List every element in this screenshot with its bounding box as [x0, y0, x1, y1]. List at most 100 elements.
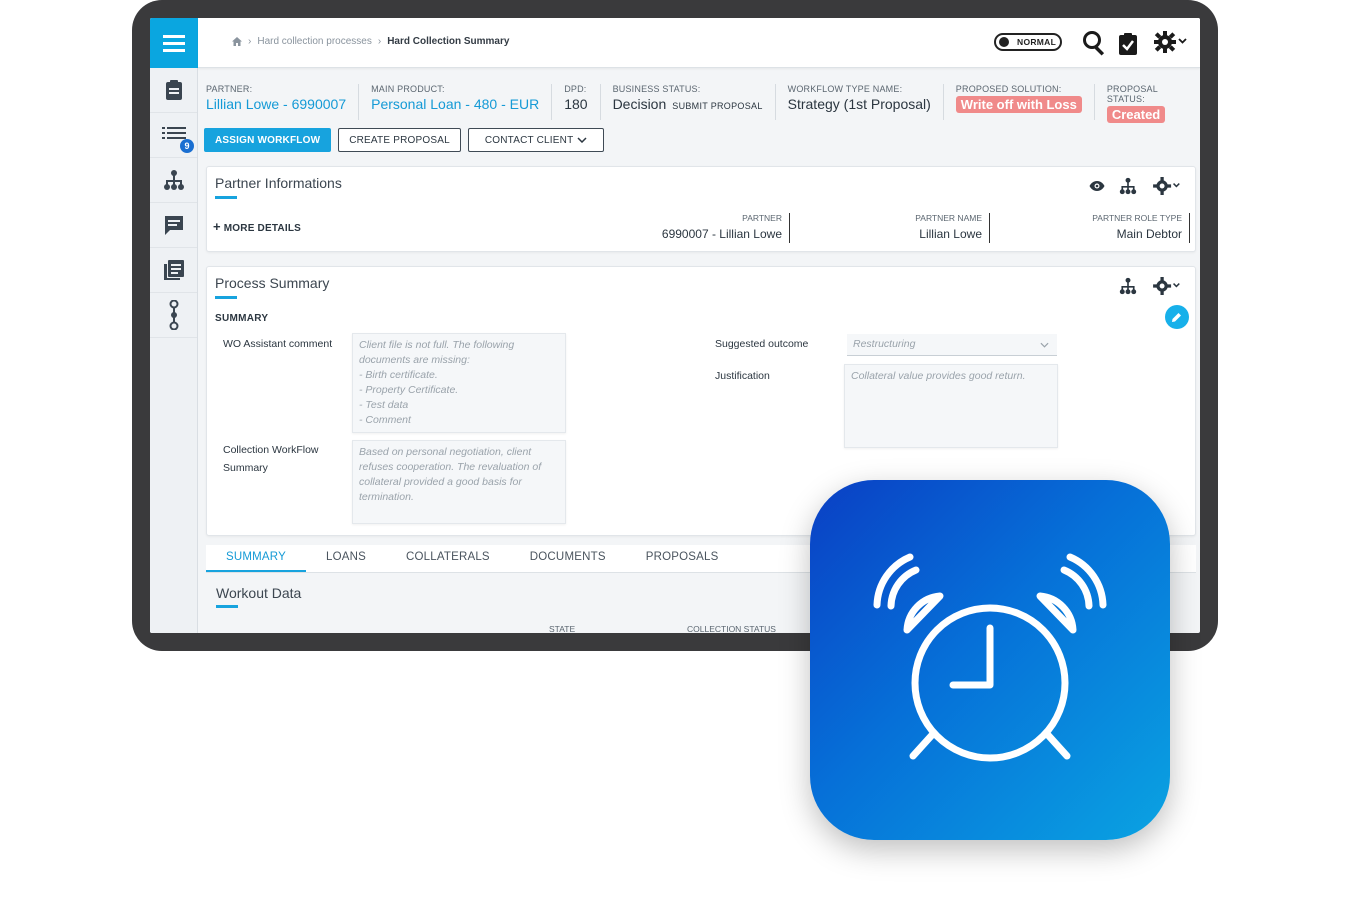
partner-name-label: PARTNER NAME	[915, 213, 982, 223]
suggested-outcome-select[interactable]: Restructuring	[847, 334, 1057, 356]
wo-assistant-comment[interactable]: Client file is not full. The following d…	[352, 333, 566, 433]
breadcrumb-separator: ›	[248, 36, 252, 47]
dpd-label: DPD:	[564, 84, 587, 94]
business-status-value: Decision SUBMIT PROPOSAL	[613, 96, 763, 112]
menu-button[interactable]	[150, 18, 198, 68]
workflow-type-label: WORKFLOW TYPE NAME:	[787, 84, 903, 94]
partner-name-field: PARTNER NAME Lillian Lowe	[847, 213, 990, 243]
breadcrumb-current: Hard Collection Summary	[387, 36, 510, 47]
left-rail: 9	[150, 18, 198, 633]
proposal-status-value: Created	[1106, 106, 1188, 123]
more-details-label: MORE DETAILS	[223, 223, 301, 234]
top-bar: › Hard collection processes › Hard Colle…	[198, 18, 1200, 68]
process-summary-title: Process Summary	[215, 275, 330, 291]
product-label: MAIN PRODUCT:	[371, 84, 445, 94]
title-underline	[216, 605, 238, 608]
partner-field-value: 6990007 - Lillian Lowe	[661, 227, 782, 241]
header-dpd: DPD: 180	[552, 84, 601, 120]
home-icon[interactable]	[232, 37, 242, 46]
hierarchy-icon[interactable]	[1119, 177, 1137, 195]
proposed-solution-pill: Write off with Loss	[955, 96, 1082, 113]
business-status-text: Decision	[612, 96, 667, 112]
partner-role-value: Main Debtor	[1116, 227, 1182, 241]
rail-item-workflow[interactable]	[150, 293, 197, 338]
contact-client-button[interactable]: CONTACT CLIENT	[467, 128, 605, 152]
tab-documents[interactable]: DOCUMENTS	[510, 545, 626, 572]
gear-icon[interactable]	[1154, 31, 1188, 53]
eye-icon[interactable]	[1089, 180, 1105, 192]
wo-assistant-label: WO Assistant comment	[223, 338, 333, 350]
partner-info-title: Partner Informations	[215, 175, 342, 191]
pencil-icon	[1172, 313, 1181, 322]
more-details-toggle[interactable]: + MORE DETAILS	[213, 219, 301, 234]
chevron-down-icon	[577, 137, 587, 143]
partner-link[interactable]: Lillian Lowe - 6990007	[206, 96, 346, 112]
assign-workflow-button[interactable]: ASSIGN WORKFLOW	[204, 128, 332, 152]
partner-role-label: PARTNER ROLE TYPE	[1092, 213, 1182, 223]
partner-role-field: PARTNER ROLE TYPE Main Debtor	[1047, 213, 1190, 243]
business-status-label: BUSINESS STATUS:	[612, 84, 701, 94]
col-collection-status: COLLECTION STATUS	[687, 624, 776, 633]
justification-label: Justification	[715, 370, 770, 382]
list-count-badge: 9	[180, 139, 194, 153]
partner-field-label: PARTNER	[742, 213, 782, 223]
menu-icon	[163, 35, 185, 52]
business-status-sub: SUBMIT PROPOSAL	[672, 101, 763, 111]
collection-workflow-summary-label: Collection WorkFlow Summary	[223, 444, 319, 474]
suggested-outcome-value: Restructuring	[853, 338, 916, 350]
action-bar: ASSIGN WORKFLOW CREATE PROPOSAL CONTACT …	[204, 128, 605, 152]
summary-section-label: SUMMARY	[215, 313, 269, 324]
contact-client-label: CONTACT CLIENT	[484, 134, 574, 146]
proposal-status-pill: Created	[1106, 106, 1166, 123]
workout-data-title: Workout Data	[216, 585, 302, 601]
header-proposal-status: PROPOSAL STATUS: Created	[1095, 84, 1200, 123]
breadcrumb-item[interactable]: Hard collection processes	[257, 36, 372, 47]
plus-icon: +	[213, 219, 221, 234]
mode-toggle[interactable]: NORMAL	[994, 33, 1062, 51]
collection-workflow-summary[interactable]: Based on personal negotiation, client re…	[352, 440, 566, 524]
process-card-tools	[1119, 277, 1183, 295]
alarm-clock-icon	[873, 553, 1107, 762]
header-product: MAIN PRODUCT: Personal Loan - 480 - EUR	[359, 84, 553, 120]
dpd-value: 180	[564, 96, 588, 112]
suggested-outcome-label: Suggested outcome	[715, 338, 809, 350]
clipboard-icon	[165, 80, 182, 100]
header-proposed-solution: PROPOSED SOLUTION: Write off with Loss	[944, 84, 1095, 120]
rail-item-comments[interactable]	[150, 203, 197, 248]
tab-collaterals[interactable]: COLLATERALS	[386, 545, 510, 572]
title-underline	[215, 196, 237, 199]
partner-info-card: Partner Informations + MORE DETAILS PART…	[206, 166, 1196, 252]
chevron-down-icon	[1040, 342, 1049, 348]
breadcrumb: › Hard collection processes › Hard Colle…	[232, 36, 509, 47]
documents-icon	[163, 260, 184, 280]
search-icon[interactable]	[1082, 30, 1108, 56]
tab-proposals[interactable]: PROPOSALS	[626, 545, 739, 572]
rail-item-tasks[interactable]	[150, 68, 197, 113]
hierarchy-icon	[163, 170, 184, 190]
breadcrumb-separator: ›	[377, 36, 382, 47]
clipboard-check-icon[interactable]	[1118, 32, 1138, 56]
partner-label: PARTNER:	[206, 84, 253, 94]
tab-summary[interactable]: SUMMARY	[206, 545, 306, 572]
edit-button[interactable]	[1165, 305, 1189, 329]
create-proposal-button[interactable]: CREATE PROPOSAL	[338, 128, 461, 152]
header-partner: PARTNER: Lillian Lowe - 6990007	[206, 84, 360, 120]
partner-name-value: Lillian Lowe	[919, 227, 982, 241]
workflow-icon	[169, 300, 178, 330]
partner-field: PARTNER 6990007 - Lillian Lowe	[647, 213, 790, 243]
justification-field[interactable]: Collateral value provides good return.	[844, 364, 1058, 448]
col-state: STATE	[549, 624, 576, 633]
stage: 9 › Hard collection processes › Hard Col…	[0, 0, 1350, 900]
header-business-status: BUSINESS STATUS: Decision SUBMIT PROPOSAL	[601, 84, 776, 120]
partner-card-tools	[1089, 177, 1183, 195]
rail-item-list[interactable]: 9	[150, 113, 197, 158]
rail-item-documents[interactable]	[150, 248, 197, 293]
header-workflow-type: WORKFLOW TYPE NAME: Strategy (1st Propos…	[776, 84, 944, 120]
rail-item-hierarchy[interactable]	[150, 158, 197, 203]
tab-loans[interactable]: LOANS	[306, 545, 386, 572]
gear-icon[interactable]	[1151, 277, 1183, 295]
proposed-solution-value: Write off with Loss	[955, 96, 1082, 113]
hierarchy-icon[interactable]	[1119, 277, 1137, 295]
gear-icon[interactable]	[1151, 177, 1183, 195]
product-link[interactable]: Personal Loan - 480 - EUR	[371, 96, 539, 112]
